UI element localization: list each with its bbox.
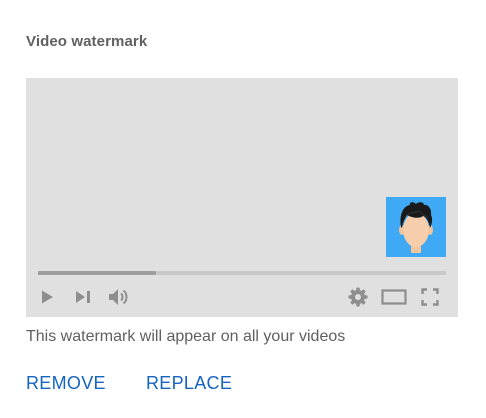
video-watermark-panel: Video watermark This watermark will appe… — [0, 0, 486, 418]
replace-button[interactable]: REPLACE — [146, 372, 232, 394]
avatar-face-icon — [386, 197, 446, 257]
next-button[interactable] — [72, 285, 94, 309]
section-title: Video watermark — [26, 33, 148, 50]
gear-icon — [348, 287, 368, 307]
theater-mode-button[interactable] — [380, 285, 408, 309]
remove-button[interactable]: REMOVE — [26, 372, 106, 394]
fullscreen-button[interactable] — [418, 285, 442, 309]
play-button[interactable] — [36, 285, 58, 309]
theater-mode-icon — [381, 289, 407, 305]
skip-next-icon — [76, 291, 90, 303]
settings-button[interactable] — [346, 285, 370, 309]
watermark-image — [386, 197, 446, 257]
volume-icon — [109, 289, 128, 305]
play-icon — [42, 290, 53, 304]
progress-bar-fill — [38, 271, 157, 275]
volume-button[interactable] — [106, 285, 132, 309]
fullscreen-icon — [421, 288, 439, 306]
video-preview — [26, 78, 458, 317]
watermark-caption: This watermark will appear on all your v… — [26, 328, 346, 345]
progress-bar[interactable] — [38, 271, 446, 275]
